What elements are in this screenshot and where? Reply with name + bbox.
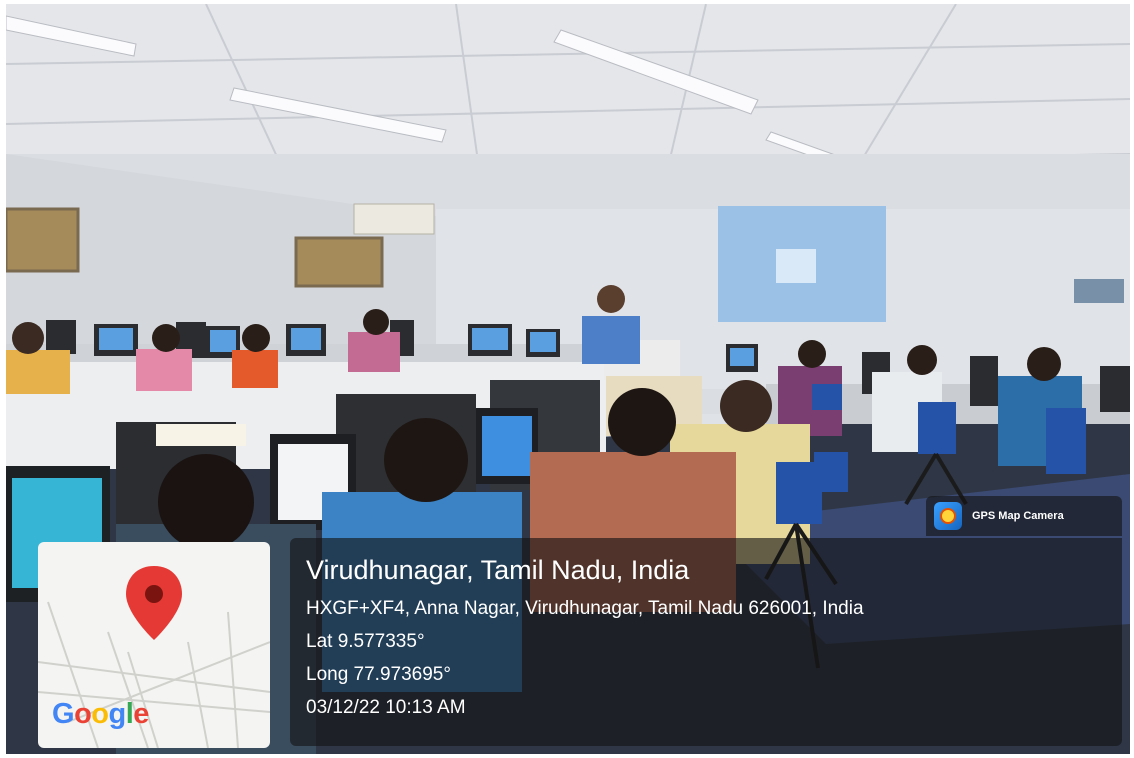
- location-city: Virudhunagar, Tamil Nadu, India: [306, 555, 690, 585]
- location-overlay: Virudhunagar, Tamil Nadu, India HXGF+XF4…: [290, 538, 1122, 746]
- windows-logo: [776, 249, 816, 283]
- papers: [156, 424, 246, 446]
- window-left: [6, 207, 80, 273]
- camera-pin-icon: [934, 502, 962, 530]
- wall-poster: [1074, 279, 1124, 303]
- photo: GPS Map Camera Virudhunagar, Tamil Nadu,…: [6, 4, 1130, 754]
- air-conditioner: [353, 203, 435, 235]
- map-thumbnail: Google: [38, 542, 270, 748]
- location-longitude: Long 77.973695°: [306, 664, 451, 685]
- location-latitude: Lat 9.577335°: [306, 631, 425, 652]
- google-logo: Google: [52, 698, 149, 730]
- window-middle: [294, 236, 384, 288]
- monitor-screen: [482, 416, 532, 476]
- location-datetime: 03/12/22 10:13 AM: [306, 697, 466, 718]
- location-address: HXGF+XF4, Anna Nagar, Virudhunagar, Tami…: [306, 598, 864, 619]
- map-pin-icon: [126, 566, 182, 640]
- badge-label: GPS Map Camera: [972, 510, 1064, 522]
- gps-camera-badge: GPS Map Camera: [926, 496, 1122, 536]
